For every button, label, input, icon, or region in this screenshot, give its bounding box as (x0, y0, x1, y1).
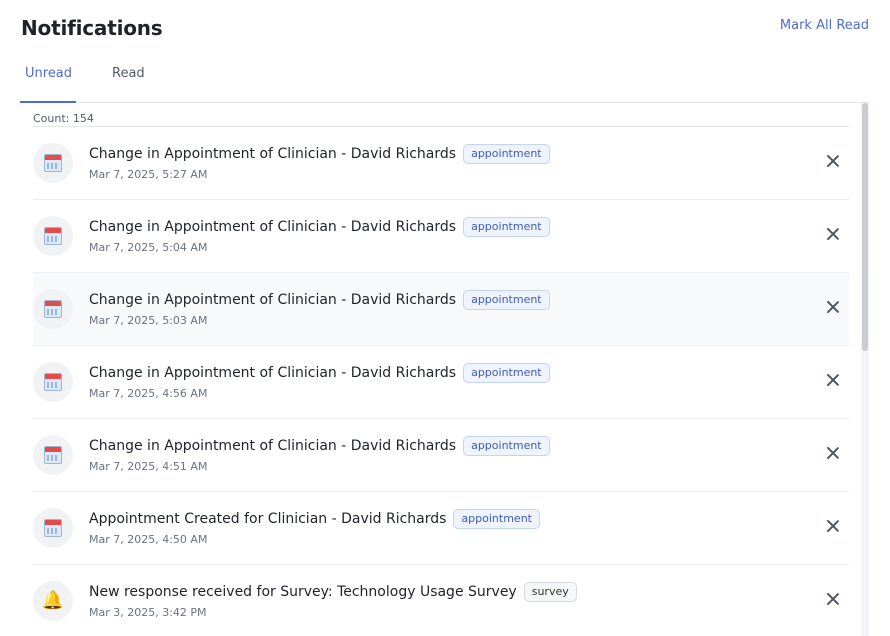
notification-title-line: Change in Appointment of Clinician - Dav… (89, 363, 550, 383)
calendar-icon (44, 300, 62, 318)
notification-timestamp: Mar 7, 2025, 5:04 AM (89, 241, 208, 254)
dismiss-close-icon[interactable] (825, 372, 841, 388)
notification-row[interactable]: Change in Appointment of Clinician - Dav… (33, 200, 849, 273)
notification-timestamp: Mar 3, 2025, 3:42 PM (89, 606, 207, 619)
notification-title-line: Appointment Created for Clinician - Davi… (89, 509, 540, 529)
notification-avatar (33, 143, 73, 183)
tab-unread[interactable]: Unread (20, 66, 76, 103)
notification-title: Change in Appointment of Clinician - Dav… (89, 219, 457, 235)
notification-timestamp: Mar 7, 2025, 4:51 AM (89, 460, 208, 473)
notification-row[interactable]: 🔔 New response received for Survey: Tech… (33, 565, 849, 636)
page-title: Notifications (21, 16, 163, 40)
notification-title-line: New response received for Survey: Techno… (89, 582, 577, 602)
notification-title-line: Change in Appointment of Clinician - Dav… (89, 217, 550, 237)
notification-timestamp: Mar 7, 2025, 4:50 AM (89, 533, 208, 546)
mark-all-read-link[interactable]: Mark All Read (780, 18, 869, 33)
calendar-icon (44, 227, 62, 245)
calendar-icon (44, 446, 62, 464)
dismiss-close-icon[interactable] (825, 518, 841, 534)
notification-avatar (33, 362, 73, 402)
notification-count: Count: 154 (33, 103, 849, 127)
notification-tag-badge: appointment (453, 509, 540, 529)
notification-tag-badge: appointment (463, 290, 550, 310)
notification-timestamp: Mar 7, 2025, 5:03 AM (89, 314, 208, 327)
calendar-icon (44, 519, 62, 537)
notification-title-line: Change in Appointment of Clinician - Dav… (89, 144, 550, 164)
notification-title: New response received for Survey: Techno… (89, 584, 517, 600)
scrollbar-thumb[interactable] (862, 103, 868, 351)
tab-bar: Unread Read (20, 58, 869, 103)
notification-tag-badge: appointment (463, 144, 550, 164)
notification-title: Change in Appointment of Clinician - Dav… (89, 365, 457, 381)
notification-tag-badge: survey (523, 582, 577, 602)
notification-tag-badge: appointment (463, 363, 550, 383)
notification-title: Change in Appointment of Clinician - Dav… (89, 146, 457, 162)
dismiss-close-icon[interactable] (825, 445, 841, 461)
list-scrollbar[interactable] (861, 103, 869, 636)
notification-timestamp: Mar 7, 2025, 5:27 AM (89, 168, 208, 181)
notification-row[interactable]: Change in Appointment of Clinician - Dav… (33, 273, 849, 346)
notification-row[interactable]: Appointment Created for Clinician - Davi… (33, 492, 849, 565)
notification-avatar (33, 435, 73, 475)
dismiss-close-icon[interactable] (825, 153, 841, 169)
notification-timestamp: Mar 7, 2025, 4:56 AM (89, 387, 208, 400)
notification-title-line: Change in Appointment of Clinician - Dav… (89, 436, 550, 456)
notification-avatar: 🔔 (33, 581, 73, 621)
bell-icon: 🔔 (41, 590, 65, 611)
notification-row[interactable]: Change in Appointment of Clinician - Dav… (33, 419, 849, 492)
notification-avatar (33, 216, 73, 256)
notification-avatar (33, 289, 73, 329)
notification-title: Appointment Created for Clinician - Davi… (89, 511, 447, 527)
notification-tag-badge: appointment (463, 217, 550, 237)
notification-avatar (33, 508, 73, 548)
notification-row[interactable]: Change in Appointment of Clinician - Dav… (33, 346, 849, 419)
calendar-icon (44, 373, 62, 391)
tab-read[interactable]: Read (112, 66, 145, 103)
calendar-icon (44, 154, 62, 172)
notification-tag-badge: appointment (463, 436, 550, 456)
notification-row[interactable]: Change in Appointment of Clinician - Dav… (33, 127, 849, 200)
notification-title: Change in Appointment of Clinician - Dav… (89, 438, 457, 454)
dismiss-close-icon[interactable] (825, 299, 841, 315)
notification-title-line: Change in Appointment of Clinician - Dav… (89, 290, 550, 310)
notification-list: Count: 154 Change in Appointment of Clin… (33, 103, 849, 636)
dismiss-close-icon[interactable] (825, 591, 841, 607)
notification-title: Change in Appointment of Clinician - Dav… (89, 292, 457, 308)
dismiss-close-icon[interactable] (825, 226, 841, 242)
